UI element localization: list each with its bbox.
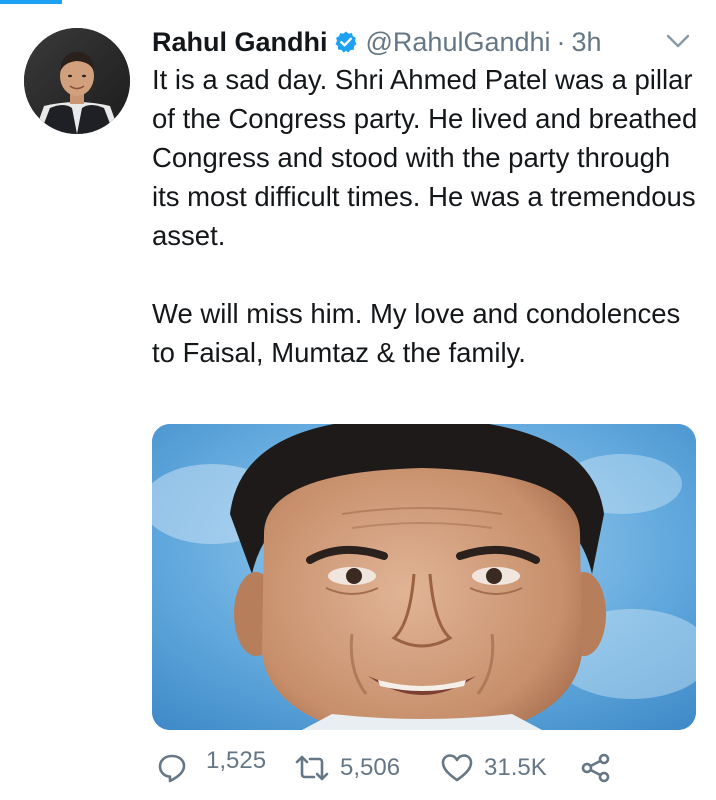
chevron-down-icon[interactable] xyxy=(664,30,692,52)
tweet[interactable]: Rahul Gandhi @RahulGandhi · 3h It is a s… xyxy=(0,0,716,800)
like-count: 31.5K xyxy=(484,754,547,781)
retweet-icon xyxy=(294,752,330,784)
share-icon xyxy=(580,752,612,784)
like-button[interactable]: 31.5K xyxy=(440,748,547,788)
reply-count: 1,525 xyxy=(206,747,267,774)
verified-badge-icon xyxy=(334,30,358,54)
reply-icon xyxy=(156,752,188,784)
retweet-count: 5,506 xyxy=(340,754,401,781)
tweet-photo[interactable] xyxy=(152,424,696,730)
tweet-paragraph: It is a sad day. Shri Ahmed Patel was a … xyxy=(152,64,698,251)
display-name[interactable]: Rahul Gandhi xyxy=(152,27,328,58)
tweet-timestamp[interactable]: 3h xyxy=(572,27,602,58)
tweet-actions: 1,525 5,506 31.5K xyxy=(152,747,672,788)
user-handle[interactable]: @RahulGandhi xyxy=(366,27,551,58)
reply-button[interactable]: 1,525 xyxy=(156,747,267,788)
header-separator: · xyxy=(556,26,566,57)
share-button[interactable] xyxy=(580,748,612,788)
retweet-button[interactable]: 5,506 xyxy=(294,748,400,788)
tweet-paragraph: We will miss him. My love and condolence… xyxy=(152,298,681,368)
tweet-header: Rahul Gandhi @RahulGandhi · 3h xyxy=(152,24,602,60)
heart-icon xyxy=(440,752,474,784)
avatar[interactable] xyxy=(24,28,130,134)
tweet-text: It is a sad day. Shri Ahmed Patel was a … xyxy=(152,60,700,372)
